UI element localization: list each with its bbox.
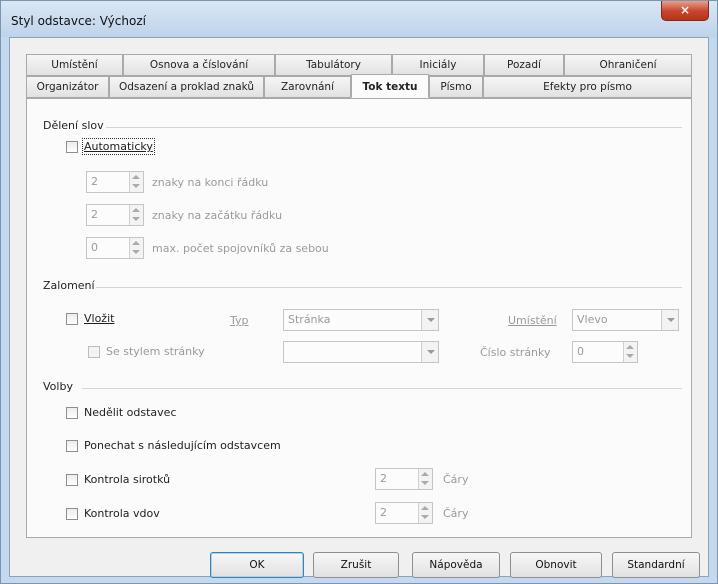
dropdown-button[interactable] [421, 310, 438, 330]
widow-control-label: Kontrola vdov [84, 507, 160, 520]
page-number-value: 0 [577, 345, 584, 358]
keep-together-label: Nedělit odstavec [84, 406, 177, 419]
chevron-down-icon [667, 318, 675, 322]
start-chars-spinner[interactable]: 2 [86, 204, 144, 226]
max-hyphens-label: max. počet spojovníků za sebou [152, 242, 329, 255]
spin-down-icon [132, 250, 140, 254]
break-type-select[interactable]: Stránka [283, 309, 439, 331]
section-title-breaks: Zalomení [43, 279, 95, 292]
max-hyphens-value: 0 [91, 241, 98, 254]
page-number-label: Číslo stránky [480, 346, 551, 359]
tab-osnova-a-cislovani[interactable]: Osnova a číslování [123, 54, 275, 76]
cancel-button[interactable]: Zrušit [313, 552, 399, 578]
tab-organizator[interactable]: Organizátor [26, 76, 109, 98]
spin-arrows[interactable] [418, 469, 432, 489]
close-button[interactable]: × [661, 1, 709, 21]
spin-arrows[interactable] [623, 342, 637, 362]
dropdown-button[interactable] [421, 342, 438, 362]
tab-ohraniceni[interactable]: Ohraničení [564, 54, 692, 76]
section-divider [106, 127, 682, 128]
reset-button[interactable]: Obnovit [510, 552, 602, 578]
page-style-checkbox[interactable] [88, 346, 100, 358]
chevron-down-icon [427, 318, 435, 322]
spin-arrows[interactable] [418, 503, 432, 523]
section-divider [82, 388, 682, 389]
widow-lines-spinner[interactable]: 2 [375, 502, 433, 524]
orphan-control-checkbox[interactable] [66, 474, 78, 486]
section-title-hyphenation: Dělení slov [43, 119, 104, 132]
max-hyphens-spinner[interactable]: 0 [86, 237, 144, 259]
orphan-lines-value: 2 [380, 472, 387, 485]
page-style-label: Se stylem stránky [106, 345, 205, 358]
keep-with-next-label: Ponechat s následujícím odstavcem [84, 439, 281, 452]
tab-inicialy[interactable]: Iniciály [392, 54, 484, 76]
spin-arrows[interactable] [129, 205, 143, 225]
dropdown-button[interactable] [661, 310, 678, 330]
widow-lines-value: 2 [380, 506, 387, 519]
page-style-select[interactable] [283, 341, 439, 363]
break-type-value: Stránka [288, 313, 331, 326]
break-position-value: Vlevo [577, 313, 608, 326]
end-chars-value: 2 [91, 175, 98, 188]
spin-down-icon [421, 481, 429, 485]
auto-hyphenation-label: Automaticky [82, 138, 155, 155]
spin-up-icon [421, 506, 429, 510]
spin-down-icon [132, 184, 140, 188]
keep-together-checkbox[interactable] [66, 407, 78, 419]
spin-up-icon [132, 208, 140, 212]
tab-pismo[interactable]: Písmo [429, 76, 483, 98]
spin-up-icon [421, 472, 429, 476]
section-title-options: Volby [43, 380, 73, 393]
tab-tok-textu[interactable]: Tok textu [351, 74, 429, 98]
auto-hyphenation-text: Automaticky [84, 140, 153, 153]
ok-button[interactable]: OK [210, 552, 304, 578]
spin-down-icon [626, 354, 634, 358]
spin-down-icon [132, 217, 140, 221]
break-type-label: Typ [230, 314, 249, 327]
break-position-select[interactable]: Vlevo [572, 309, 679, 331]
end-chars-label: znaky na konci řádku [152, 176, 269, 189]
insert-break-label: Vložit [84, 312, 115, 325]
tab-zarovnani[interactable]: Zarovnání [264, 76, 351, 98]
start-chars-label: znaky na začátku řádku [152, 209, 283, 222]
spin-up-icon [132, 175, 140, 179]
widow-control-checkbox[interactable] [66, 508, 78, 520]
tab-umisteni[interactable]: Umístění [26, 54, 123, 76]
keep-with-next-checkbox[interactable] [66, 440, 78, 452]
tab-tabulatory[interactable]: Tabulátory [275, 54, 392, 76]
spin-down-icon [421, 515, 429, 519]
chevron-down-icon [427, 350, 435, 354]
spin-up-icon [626, 345, 634, 349]
break-position-label: Umístění [508, 314, 557, 327]
insert-break-checkbox[interactable] [66, 313, 78, 325]
orphan-lines-spinner[interactable]: 2 [375, 468, 433, 490]
orphan-control-label: Kontrola sirotků [84, 473, 171, 486]
page-number-spinner[interactable]: 0 [572, 341, 638, 363]
tab-pozadi[interactable]: Pozadí [484, 54, 564, 76]
window-title: Styl odstavce: Výchozí [11, 14, 146, 28]
tab-efekty-pro-pismo[interactable]: Efekty pro písmo [483, 76, 692, 98]
spin-up-icon [132, 241, 140, 245]
widow-lines-unit: Čáry [443, 507, 469, 520]
spin-arrows[interactable] [129, 172, 143, 192]
auto-hyphenation-checkbox[interactable] [66, 141, 78, 153]
start-chars-value: 2 [91, 208, 98, 221]
spin-arrows[interactable] [129, 238, 143, 258]
standard-button[interactable]: Standardní [612, 552, 700, 578]
section-divider [96, 287, 682, 288]
orphan-lines-unit: Čáry [443, 473, 469, 486]
close-icon: × [679, 3, 691, 17]
help-button[interactable]: Nápověda [412, 552, 500, 578]
end-chars-spinner[interactable]: 2 [86, 171, 144, 193]
title-bar: Styl odstavce: Výchozí × [1, 1, 717, 37]
tab-odsazeni-a-proklad[interactable]: Odsazení a proklad znaků [109, 76, 264, 98]
